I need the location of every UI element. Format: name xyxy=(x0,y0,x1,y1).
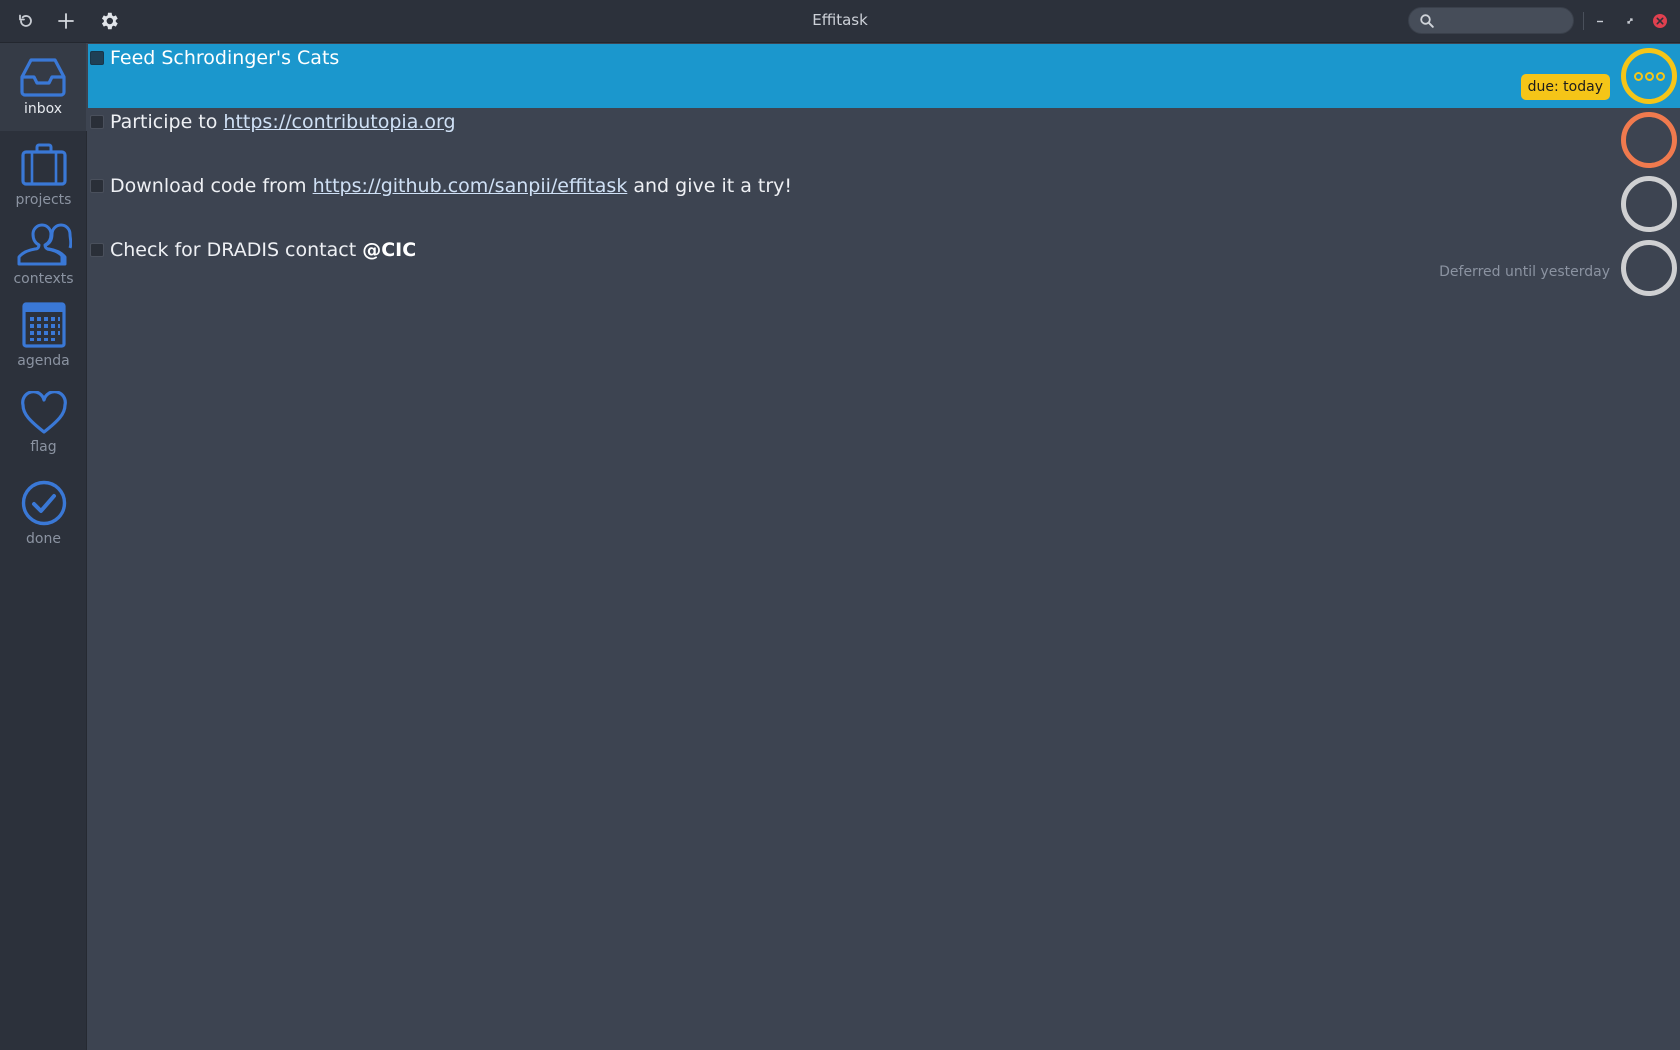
minimize-icon xyxy=(1597,20,1603,23)
sidebar: inbox projects contexts agenda flag done xyxy=(0,43,87,1050)
status-todo-button[interactable] xyxy=(1621,176,1677,232)
task-text: Check for DRADIS contact xyxy=(110,239,363,261)
search-input[interactable] xyxy=(1441,11,1565,31)
plus-icon xyxy=(58,13,74,29)
task-checkbox[interactable] xyxy=(90,179,104,193)
close-icon xyxy=(1653,14,1667,28)
briefcase-icon xyxy=(20,143,67,186)
task-text-suffix: and give it a try! xyxy=(627,175,793,197)
heart-icon xyxy=(20,391,67,434)
task-text: Download code from xyxy=(110,175,313,197)
status-in-progress-button[interactable] xyxy=(1621,48,1677,104)
task-checkbox[interactable] xyxy=(90,243,104,257)
title-bar: Effitask xyxy=(0,0,1680,43)
inbox-icon xyxy=(20,58,66,97)
sidebar-item-label: flag xyxy=(30,439,57,455)
sidebar-item-contexts[interactable]: contexts xyxy=(0,223,87,293)
sidebar-item-done[interactable]: done xyxy=(0,479,87,561)
gear-icon xyxy=(101,12,118,30)
task-context-tag[interactable]: @CIC xyxy=(362,239,416,261)
maximize-icon xyxy=(1627,18,1633,24)
task-row[interactable]: Feed Schrodinger's Cats due: today xyxy=(88,44,1680,108)
task-title: Check for DRADIS contact @CIC xyxy=(110,237,416,263)
task-link[interactable]: https://github.com/sanpii/effitask xyxy=(313,175,628,197)
sidebar-item-label: done xyxy=(26,531,61,547)
task-list: Feed Schrodinger's Cats due: today Parti… xyxy=(88,44,1680,1050)
task-title: Participe to https://contributopia.org xyxy=(110,109,456,135)
close-button[interactable] xyxy=(1649,10,1671,32)
deferred-note: Deferred until yesterday xyxy=(1439,264,1610,280)
ellipsis-icon xyxy=(1633,71,1665,81)
task-row[interactable]: Participe to https://contributopia.org xyxy=(88,108,1680,172)
sidebar-item-label: projects xyxy=(15,192,72,208)
status-priority-button[interactable] xyxy=(1621,112,1677,168)
add-task-button[interactable] xyxy=(50,6,82,36)
sidebar-item-inbox[interactable]: inbox xyxy=(0,43,87,131)
sidebar-item-label: contexts xyxy=(13,271,74,287)
task-checkbox[interactable] xyxy=(90,51,104,65)
refresh-icon xyxy=(19,14,32,27)
people-icon xyxy=(17,223,72,266)
refresh-button[interactable] xyxy=(10,6,42,36)
task-text: Feed Schrodinger's Cats xyxy=(110,47,340,69)
calendar-icon xyxy=(21,302,66,348)
due-badge: due: today xyxy=(1520,74,1610,100)
task-text: Participe to xyxy=(110,111,224,133)
task-title: Feed Schrodinger's Cats xyxy=(110,45,339,71)
sidebar-item-projects[interactable]: projects xyxy=(0,142,87,222)
task-link[interactable]: https://contributopia.org xyxy=(223,111,455,133)
task-title: Download code from https://github.com/sa… xyxy=(110,173,792,199)
minimize-button[interactable] xyxy=(1589,10,1611,32)
settings-button[interactable] xyxy=(93,6,125,36)
sidebar-item-agenda[interactable]: agenda xyxy=(0,301,87,383)
check-circle-icon xyxy=(21,480,66,526)
task-row[interactable]: Download code from https://github.com/sa… xyxy=(88,172,1680,236)
search-box[interactable] xyxy=(1408,7,1574,34)
status-todo-button[interactable] xyxy=(1621,240,1677,296)
sidebar-item-label: agenda xyxy=(17,353,70,369)
maximize-button[interactable] xyxy=(1619,10,1641,32)
task-checkbox[interactable] xyxy=(90,115,104,129)
search-icon xyxy=(1420,14,1434,28)
sidebar-item-flag[interactable]: flag xyxy=(0,391,87,473)
sidebar-item-label: inbox xyxy=(23,101,63,117)
task-row[interactable]: Check for DRADIS contact @CIC Deferred u… xyxy=(88,236,1680,300)
title-bar-separator xyxy=(1583,12,1584,30)
